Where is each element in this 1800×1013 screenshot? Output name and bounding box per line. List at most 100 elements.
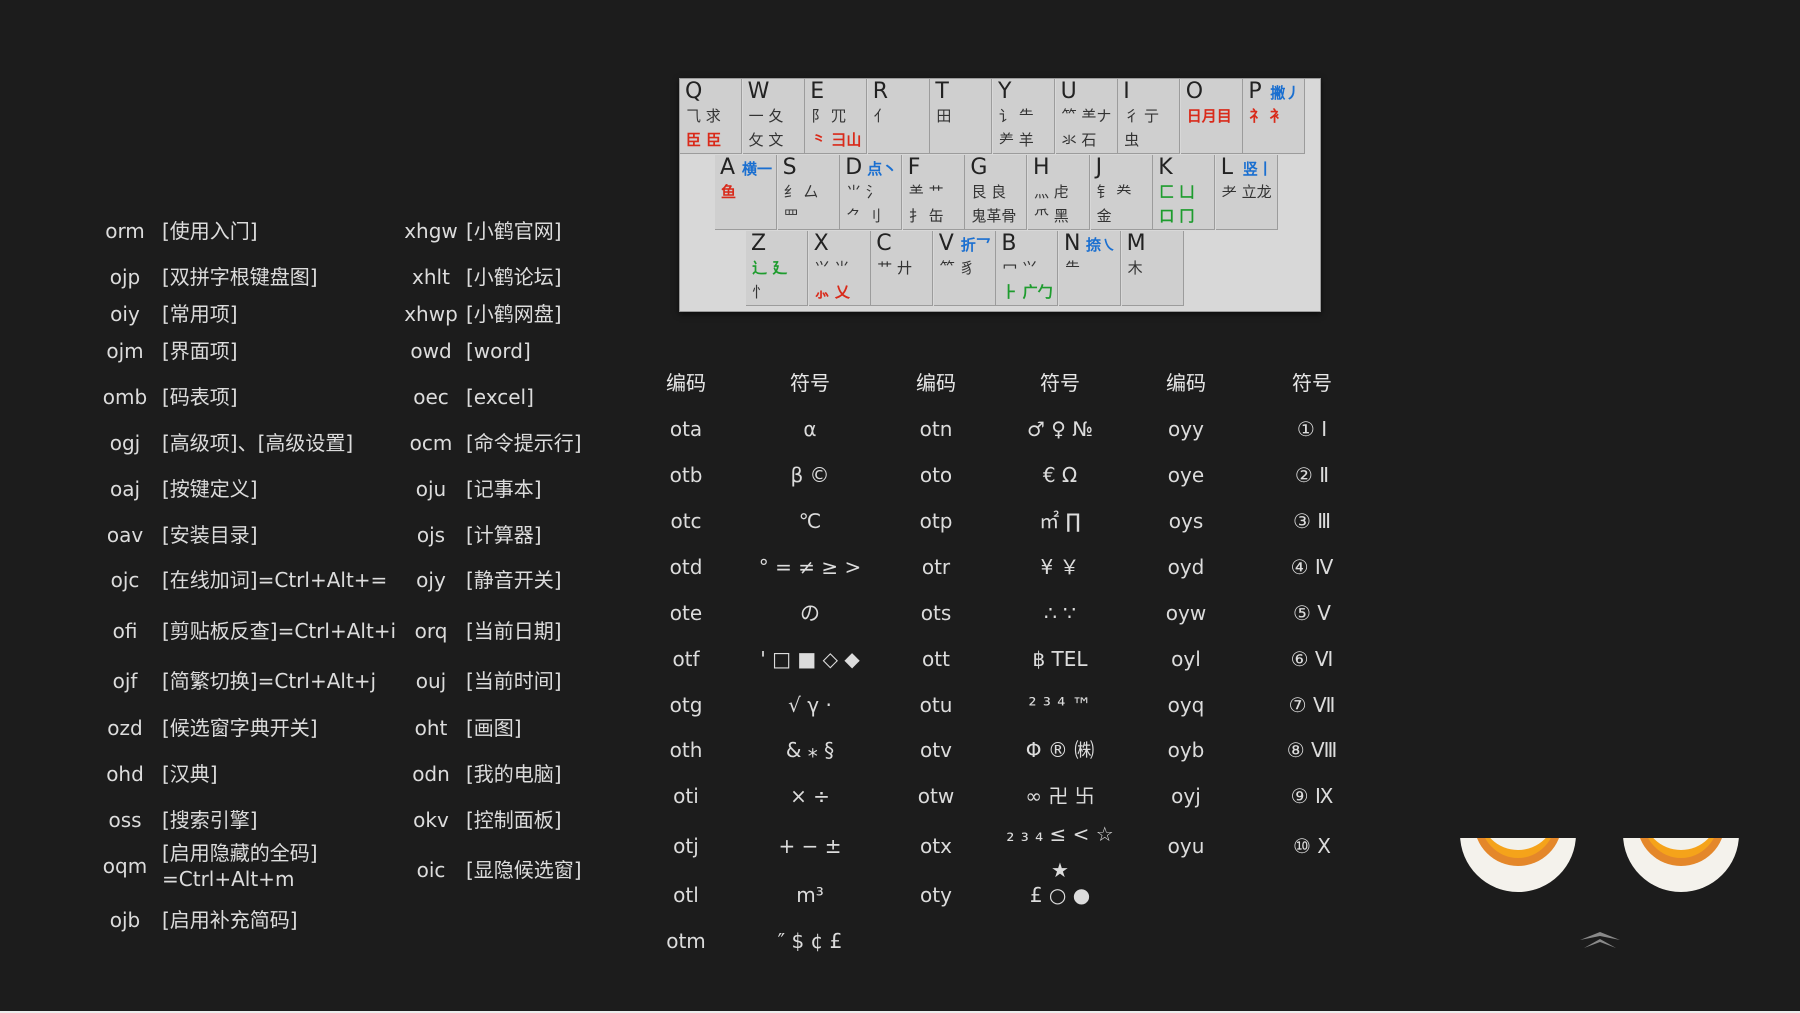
key-letter: C xyxy=(876,231,892,256)
symbol-value: ㎡ ∏ xyxy=(1039,509,1081,533)
key-radicals-bottom: ⺀ 彐山 xyxy=(811,131,862,149)
key-radicals-top: 彳 亍 xyxy=(1124,107,1159,125)
symbol-value: ⑥ Ⅵ xyxy=(1290,647,1334,671)
key-letter: Y xyxy=(998,79,1012,104)
key-radicals-top: 艹 廾 xyxy=(877,259,912,277)
command-label: [画图] xyxy=(466,716,522,740)
key-letter: D xyxy=(845,155,863,180)
symbol-value-continued: ★ xyxy=(1051,858,1069,882)
command-label: [按键定义] xyxy=(162,477,258,501)
keyboard-key-b: B 冖 ⺍⺊ 广勹 xyxy=(996,231,1059,306)
symbol-value: ℃ xyxy=(798,509,822,533)
symbol-value: ⑦ Ⅶ xyxy=(1288,693,1336,717)
command-code: odn xyxy=(412,762,450,786)
keyboard-key-j: J 钅 龹金 xyxy=(1090,155,1153,230)
key-radicals-top: 日月目 xyxy=(1186,107,1232,125)
symbol-table-header-code: 编码 xyxy=(1166,371,1206,395)
key-letter: K xyxy=(1158,155,1173,180)
command-code: ojf xyxy=(112,669,138,693)
command-code: oju xyxy=(415,477,447,501)
keyboard-key-y: Y 讠 ⺧⺶ 羊 xyxy=(993,79,1055,154)
keyboard-key-g: G 艮 良鬼革骨 xyxy=(965,155,1028,230)
key-stroke-hint: 点丶 xyxy=(867,160,898,178)
command-code: orm xyxy=(105,219,145,243)
command-code: ouj xyxy=(415,669,447,693)
key-letter: Q xyxy=(685,79,703,104)
key-letter: O xyxy=(1185,79,1204,104)
command-code: orq xyxy=(414,619,448,643)
command-code: oic xyxy=(416,858,446,882)
key-radicals-bottom: ⺗ 乂 xyxy=(814,283,850,301)
command-label: [小鹤官网] xyxy=(466,219,562,243)
key-stroke-hint: 横一 xyxy=(742,160,773,178)
key-stroke-hint: 折乛 xyxy=(960,236,991,254)
key-letter: A xyxy=(720,155,736,180)
key-radicals-bottom: 金 xyxy=(1096,207,1112,225)
command-code: ojp xyxy=(109,265,141,289)
symbol-value: × ÷ xyxy=(790,784,830,808)
key-letter: I xyxy=(1123,79,1130,104)
keyboard-key-r: R亻 xyxy=(867,79,930,154)
command-label: [当前日期] xyxy=(466,619,562,643)
command-label: [在线加词]=Ctrl+Alt+= xyxy=(162,568,388,592)
key-radicals-top: 钅 龹 xyxy=(1096,183,1132,201)
symbol-value: ″ $ ¢ £ xyxy=(777,929,843,953)
key-letter: E xyxy=(810,79,825,104)
keyboard-key-p: P 撇丿礻 衤 xyxy=(1243,79,1306,154)
keyboard-key-f: F ⺷ 艹扌 缶 xyxy=(902,155,965,230)
command-label: [双拼字根键盘图] xyxy=(162,265,318,289)
command-code: ohd xyxy=(106,762,144,786)
keyboard-key-i: I 彳 亍虫 xyxy=(1118,79,1181,154)
command-code: oec xyxy=(413,385,449,409)
command-label-continued: =Ctrl+Alt+m xyxy=(162,867,295,891)
key-radicals-bottom: ⺈ 刂 xyxy=(846,207,881,225)
key-radicals-top: 纟 厶 xyxy=(783,183,819,201)
key-letter: B xyxy=(1001,231,1017,256)
symbol-table-header-code: 编码 xyxy=(916,371,956,395)
command-label: [我的电脑] xyxy=(466,762,562,786)
keyboard-key-m: M木 xyxy=(1121,231,1184,306)
key-letter: L xyxy=(1220,155,1234,180)
symbol-value: ④ Ⅳ xyxy=(1290,555,1334,579)
command-label: [记事本] xyxy=(466,477,542,501)
symbol-value: ∴ ∵ xyxy=(1044,601,1076,625)
key-radicals-bottom: 攵 文 xyxy=(748,131,784,149)
command-label: [控制面板] xyxy=(466,808,562,832)
key-radicals-bottom: ⾂ ⾂ xyxy=(686,131,722,149)
command-code: ojc xyxy=(110,568,140,592)
keyboard-key-l: L 竖丨⺹ 立龙 xyxy=(1215,155,1278,230)
command-code: oqm xyxy=(102,854,148,878)
command-label: [简繁切换]=Ctrl+Alt+j xyxy=(162,669,377,693)
keyboard-key-z: Z 辶 廴⺖ xyxy=(746,231,808,306)
symbol-table-header-symbol: 符号 xyxy=(790,371,830,395)
symbol-value: Φ ® ㈱ xyxy=(1025,738,1095,762)
keyboard-key-k: K 匚 凵口 冂 xyxy=(1153,155,1216,230)
command-label: [高级项]、[高级设置] xyxy=(162,431,354,455)
command-label: [启用隐藏的全码] xyxy=(162,841,318,865)
key-radicals-top: ⺹ 立龙 xyxy=(1221,183,1272,201)
command-code: ojm xyxy=(106,339,144,363)
key-radicals-top: 鱼 xyxy=(721,183,737,201)
symbol-value: ² ³ ⁴ ™ xyxy=(1028,693,1092,717)
command-label: [剪贴板反查]=Ctrl+Alt+i xyxy=(162,619,397,643)
symbol-value: ₂ ₃ ₄ ≤ < ☆ xyxy=(1006,822,1114,846)
symbol-value: ∞ 卍 卐 xyxy=(1025,784,1095,808)
keyboard-key-a: A 横一鱼 xyxy=(715,155,777,230)
keyboard-key-t: T田 xyxy=(930,79,993,154)
keyboard-key-o: O 日月目 xyxy=(1180,79,1243,154)
key-letter: H xyxy=(1033,155,1050,180)
command-label: [命令提示行] xyxy=(466,431,582,455)
command-label: [码表项] xyxy=(162,385,238,409)
key-letter: X xyxy=(813,231,829,256)
symbol-value: ⑤ Ⅴ xyxy=(1293,601,1331,625)
key-radicals-top: ⺧ xyxy=(1065,259,1081,277)
symbol-value: £ ○ ● xyxy=(1029,883,1091,907)
key-stroke-hint: 竖丨 xyxy=(1242,160,1273,178)
command-label: [搜索引擎] xyxy=(162,808,258,832)
command-label: [候选窗字典开关] xyxy=(162,716,318,740)
command-label: [word] xyxy=(466,339,531,363)
key-radicals-top: ⺷ 艹 xyxy=(908,183,944,201)
command-code: ojb xyxy=(109,908,141,932)
command-code: okv xyxy=(413,808,449,832)
command-label: [安装目录] xyxy=(162,523,258,547)
